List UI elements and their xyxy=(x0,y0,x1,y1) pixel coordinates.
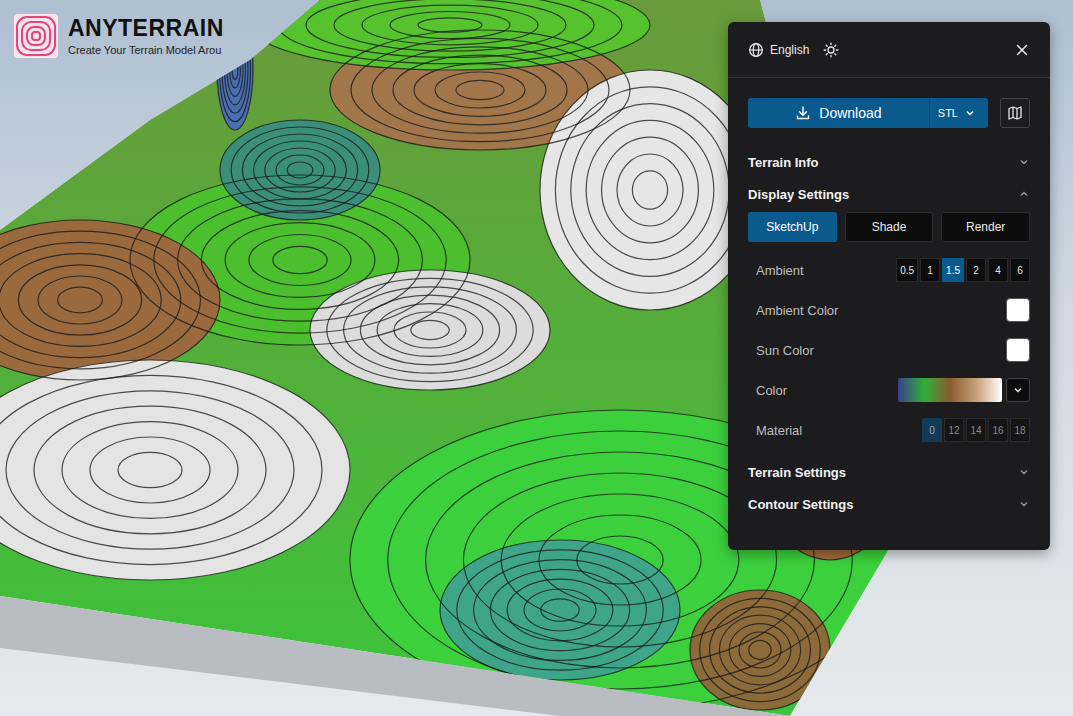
settings-section: Terrain Info xyxy=(748,146,1030,178)
logo-subtitle: Create Your Terrain Model Arou xyxy=(68,44,224,56)
color-swatch[interactable] xyxy=(1006,298,1030,322)
section-header[interactable]: Display Settings xyxy=(748,178,1030,210)
format-select[interactable]: STL xyxy=(929,98,988,128)
section-header[interactable]: Terrain Settings xyxy=(748,456,1030,488)
option-group: 012141618 xyxy=(922,418,1030,442)
color-swatch[interactable] xyxy=(1006,338,1030,362)
contour-logo-icon xyxy=(14,14,58,58)
option-button[interactable]: 0 xyxy=(922,418,942,442)
setting-row: Ambient 0.511.5246 xyxy=(748,250,1030,290)
globe-icon xyxy=(748,42,764,58)
setting-label: Ambient xyxy=(756,263,804,278)
map-button[interactable] xyxy=(1000,98,1030,128)
option-button[interactable]: 6 xyxy=(1010,258,1030,282)
language-label: English xyxy=(770,43,809,57)
option-button[interactable]: 2 xyxy=(966,258,986,282)
setting-label: Color xyxy=(756,383,787,398)
setting-row: Color xyxy=(748,370,1030,410)
chevron-down-icon xyxy=(1018,466,1030,478)
language-button[interactable]: English xyxy=(748,42,809,58)
format-label: STL xyxy=(938,107,958,119)
section-header[interactable]: Contour Settings xyxy=(748,488,1030,520)
chevron-down-icon xyxy=(1012,384,1024,396)
mode-tab[interactable]: Shade xyxy=(845,212,934,242)
mode-tabs: SketchUp ShadeRender xyxy=(748,212,1030,242)
setting-label: Sun Color xyxy=(756,343,814,358)
setting-row: Material 012141618 xyxy=(748,410,1030,450)
setting-label: Material xyxy=(756,423,802,438)
settings-section: Terrain Settings xyxy=(748,456,1030,488)
option-button[interactable]: 4 xyxy=(988,258,1008,282)
option-button[interactable]: 16 xyxy=(988,418,1008,442)
section-title: Contour Settings xyxy=(748,497,853,512)
download-icon xyxy=(795,105,811,121)
color-gradient[interactable] xyxy=(898,378,1002,402)
setting-row: Ambient Color xyxy=(748,290,1030,330)
app-screen: ANYTERRAIN Create Your Terrain Model Aro… xyxy=(0,0,1073,716)
settings-panel: English Download STL Terrain Info Displa… xyxy=(728,22,1050,550)
gradient-dropdown[interactable] xyxy=(1006,378,1030,402)
download-button[interactable]: Download STL xyxy=(748,98,988,128)
option-button[interactable]: 0.5 xyxy=(896,258,918,282)
chevron-up-icon xyxy=(1018,188,1030,200)
sun-icon[interactable] xyxy=(823,42,839,58)
section-title: Display Settings xyxy=(748,187,849,202)
chevron-down-icon xyxy=(1018,498,1030,510)
option-button[interactable]: 12 xyxy=(944,418,964,442)
option-button[interactable]: 1 xyxy=(920,258,940,282)
logo[interactable]: ANYTERRAIN Create Your Terrain Model Aro… xyxy=(14,14,224,58)
setting-row: Sun Color xyxy=(748,330,1030,370)
section-title: Terrain Info xyxy=(748,155,819,170)
option-button[interactable]: 1.5 xyxy=(942,258,964,282)
logo-title: ANYTERRAIN xyxy=(68,16,224,41)
option-group: 0.511.5246 xyxy=(896,258,1030,282)
chevron-down-icon xyxy=(964,107,976,119)
download-label: Download xyxy=(819,105,881,121)
settings-section: Contour Settings xyxy=(748,488,1030,520)
mode-tab[interactable]: Render xyxy=(941,212,1030,242)
mode-tab[interactable]: SketchUp xyxy=(748,212,837,242)
chevron-down-icon xyxy=(1018,156,1030,168)
section-title: Terrain Settings xyxy=(748,465,846,480)
setting-label: Ambient Color xyxy=(756,303,838,318)
option-button[interactable]: 14 xyxy=(966,418,986,442)
map-icon xyxy=(1007,105,1023,121)
section-header[interactable]: Terrain Info xyxy=(748,146,1030,178)
option-button[interactable]: 18 xyxy=(1010,418,1030,442)
panel-header: English xyxy=(728,22,1050,78)
settings-section: Display Settings SketchUp ShadeRender Amb… xyxy=(748,178,1030,456)
close-icon[interactable] xyxy=(1014,42,1030,58)
